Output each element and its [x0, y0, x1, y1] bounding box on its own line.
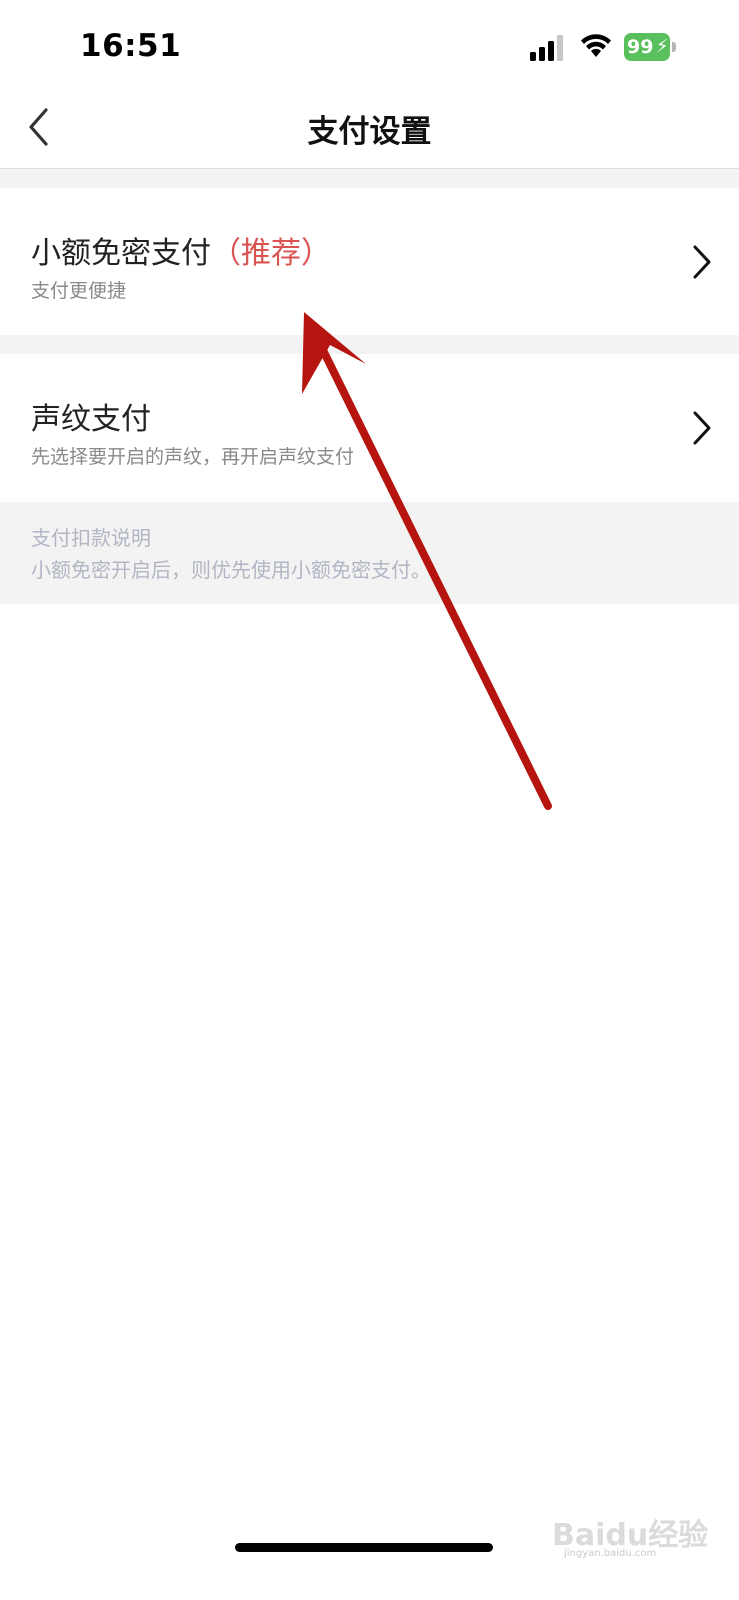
setting-item-voiceprint-pay[interactable]: 声纹支付 先选择要开启的声纹，再开启声纹支付 — [0, 354, 739, 502]
watermark-sub: jingyan.baidu.com — [564, 1548, 657, 1559]
section-divider — [0, 169, 739, 188]
recommended-tag: （推荐） — [211, 236, 331, 271]
setting-item-title: 声纹支付 — [31, 402, 151, 437]
section-divider — [0, 335, 739, 354]
chevron-right-icon — [693, 411, 711, 445]
info-text: 小额免密开启后，则优先使用小额免密支付。 — [31, 558, 431, 582]
setting-item-subtitle: 先选择要开启的声纹，再开启声纹支付 — [31, 446, 355, 468]
page-title: 支付设置 — [307, 114, 432, 150]
battery-tip — [672, 42, 676, 52]
wifi-icon — [581, 34, 611, 57]
battery-charging-icon: 99 ⚡ — [624, 33, 676, 61]
nav-bar: 支付设置 — [0, 90, 739, 169]
screen: 16:51 99 ⚡ 支付设置 小额免密支付（推荐） 支付更便捷 声纹支付 先选… — [0, 0, 739, 1600]
status-bar: 16:51 99 ⚡ — [0, 0, 739, 90]
info-heading: 支付扣款说明 — [31, 526, 151, 550]
status-time: 16:51 — [80, 28, 182, 64]
chevron-right-icon — [693, 245, 711, 279]
setting-item-title-text: 小额免密支付 — [31, 236, 211, 271]
setting-item-subtitle: 支付更便捷 — [31, 280, 127, 302]
payment-deduction-info: 支付扣款说明 小额免密开启后，则优先使用小额免密支付。 — [0, 502, 739, 604]
setting-item-small-amount-pay[interactable]: 小额免密支付（推荐） 支付更便捷 — [0, 188, 739, 335]
signal-icon — [530, 35, 563, 61]
home-indicator[interactable] — [235, 1543, 493, 1552]
watermark: Baidu经验 jingyan.baidu.com — [552, 1488, 708, 1559]
bolt-icon: ⚡ — [656, 36, 669, 57]
setting-item-title: 小额免密支付（推荐） — [31, 228, 331, 272]
